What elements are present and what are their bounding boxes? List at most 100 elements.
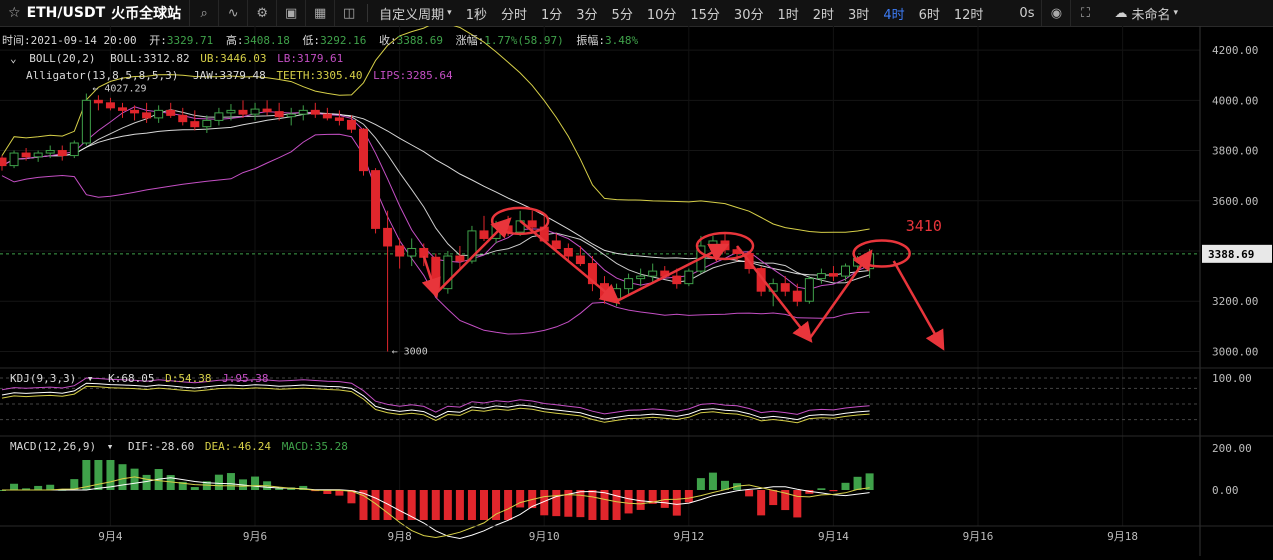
candle-body: [166, 109, 176, 116]
macd-histogram-bar: [757, 490, 766, 516]
candle-body: [274, 111, 284, 118]
period-tab[interactable]: 30分: [727, 0, 771, 26]
x-tick-label: 9月14: [818, 530, 849, 543]
macd-legend[interactable]: MACD(12,26,9) ▾ DIF:-28.60 DEA:-46.24 MA…: [10, 440, 348, 453]
macd-histogram-bar: [853, 476, 862, 490]
symbol-selector[interactable]: ☆ ETH/USDT 火币全球站: [0, 3, 189, 23]
macd-histogram-bar: [708, 472, 717, 490]
period-tab[interactable]: 5分: [605, 0, 640, 26]
high-label: 高:: [225, 34, 244, 47]
camera-icon[interactable]: ◉: [1041, 0, 1070, 26]
indicator-icon[interactable]: ∿: [218, 0, 247, 26]
boll-name: BOLL(20,2): [29, 52, 96, 65]
period-tab[interactable]: 2时: [806, 0, 841, 26]
period-tab[interactable]: 3时: [841, 0, 876, 26]
macd-histogram-bar: [504, 490, 513, 520]
cloud-icon: ☁: [1114, 5, 1128, 21]
x-tick-label: 9月6: [243, 530, 267, 543]
macd-histogram-bar: [829, 490, 838, 492]
close-value: 3388.69: [396, 34, 444, 47]
search-icon[interactable]: ⌕: [189, 0, 218, 26]
x-tick-label: 9月8: [387, 530, 411, 543]
macd-histogram-bar: [467, 490, 476, 520]
macd-histogram-bar: [214, 474, 223, 490]
time-label: 时间:: [2, 34, 31, 47]
period-tab[interactable]: 1时: [770, 0, 805, 26]
candle-body: [262, 108, 272, 113]
candle-body: [142, 112, 152, 119]
trend-arrow: [892, 260, 945, 351]
settings-icon[interactable]: ⚙: [247, 0, 276, 26]
kdj-legend[interactable]: KDJ(9,3,3) ▾ K:68.05 D:54.38 J:95.38: [10, 372, 268, 385]
candle-body: [575, 255, 585, 265]
candle-body: [298, 109, 308, 115]
custom-period-dropdown[interactable]: 自定义周期 ▾: [372, 0, 459, 26]
candle-body: [69, 142, 79, 157]
close-label: 收:: [379, 34, 397, 47]
chevron-down-icon: ▾: [106, 440, 114, 453]
candle-body: [346, 119, 356, 130]
image-icon[interactable]: ▦: [305, 0, 334, 26]
period-tab[interactable]: 4时: [876, 0, 911, 26]
period-tab[interactable]: 1秒: [459, 0, 494, 26]
candle-body: [93, 99, 103, 104]
chevron-down-icon: ⌄: [10, 52, 17, 65]
candle-body: [383, 227, 393, 247]
macd-dea: DEA:-46.24: [204, 440, 272, 453]
period-tab[interactable]: 6时: [912, 0, 947, 26]
price-tick-label: 4200.00: [1212, 44, 1258, 57]
macd-histogram-bar: [371, 490, 380, 520]
candle-body: [479, 230, 489, 239]
candle-body: [563, 247, 573, 257]
layout-icon[interactable]: ◫: [334, 0, 363, 26]
exchange-label: 火币全球站: [111, 6, 182, 22]
high-value: 3408.18: [243, 34, 290, 47]
period-tab[interactable]: 12时: [947, 0, 991, 26]
macd-histogram-bar: [672, 490, 681, 516]
macd-name: MACD(12,26,9): [10, 440, 97, 453]
macd-histogram-bar: [865, 473, 874, 490]
candle-body: [419, 247, 429, 258]
macd-histogram-bar: [106, 460, 115, 490]
macd-histogram-bar: [841, 482, 850, 490]
alligator-legend[interactable]: Alligator(13,8,5,8,5,3) JAW:3379.48 TEET…: [26, 69, 453, 82]
current-price-label: 3388.69: [1208, 248, 1254, 261]
change-value: 1.77%(58.97): [484, 34, 564, 47]
chart-svg[interactable]: ← 4027.29 ← 3000 3410 4200.00 4000.00 3800.0…: [0, 21, 1273, 556]
price-tick-label: 3200.00: [1212, 295, 1258, 308]
candle-body: [804, 278, 814, 302]
high-marker-label: ← 4027.29: [92, 84, 146, 95]
period-tab[interactable]: 10分: [640, 0, 684, 26]
period-tab[interactable]: 分时: [494, 0, 534, 26]
chart-area[interactable]: ← 4027.29 ← 3000 3410 4200.00 4000.00 3800.0…: [0, 21, 1273, 556]
custom-period-label: 自定义周期: [379, 7, 445, 23]
period-tab[interactable]: 15分: [683, 0, 727, 26]
macd-histogram-bar: [10, 483, 19, 490]
star-icon[interactable]: ☆: [8, 5, 21, 21]
macd-value: MACD:35.28: [281, 440, 348, 453]
macd-histogram-bar: [94, 460, 103, 490]
macd-histogram-bar: [576, 490, 585, 518]
candle-body: [130, 109, 140, 114]
chevron-down-icon: ▾: [1173, 8, 1179, 18]
period-tab[interactable]: 3分: [569, 0, 604, 26]
candle-body: [708, 240, 718, 247]
cloud-menu[interactable]: ☁ 未命名 ▾: [1107, 0, 1185, 26]
macd-histogram-bar: [82, 460, 91, 490]
boll-ub: UB:3446.03: [200, 52, 267, 65]
macd-histogram-bar: [552, 490, 561, 517]
kdj-d: D:54.38: [165, 372, 212, 385]
candle-body: [322, 113, 332, 119]
macd-histogram-bar: [612, 490, 621, 520]
period-tab[interactable]: 1分: [534, 0, 569, 26]
change-label: 涨幅:: [455, 34, 485, 47]
period-tabs: 1秒 分时 1分 3分 5分 10分 15分 30分 1时 2时 3时 4时 6时 12时: [459, 0, 991, 26]
compare-icon[interactable]: ▣: [276, 0, 305, 26]
fullscreen-icon[interactable]: ⛶: [1070, 0, 1099, 26]
low-value: 3292.16: [320, 34, 367, 47]
macd-histogram-bar: [46, 484, 55, 490]
boll-legend[interactable]: ⌄ BOLL(20,2) BOLL:3312.82 UB:3446.03 LB:…: [10, 52, 343, 65]
candle-body: [624, 278, 634, 290]
open-label: 开:: [149, 34, 167, 47]
candle-body: [359, 128, 368, 172]
